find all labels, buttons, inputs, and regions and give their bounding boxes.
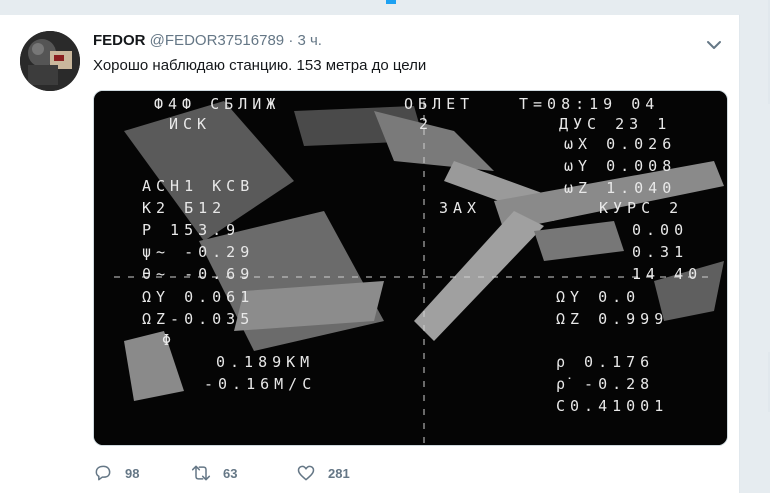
hud-r-omega-z: ΩZ 0.999 — [556, 310, 668, 328]
hud-km: 0.189КМ — [216, 353, 314, 371]
hud-co: С0.41001 — [556, 397, 668, 415]
retweet-button[interactable]: 63 — [191, 463, 237, 483]
tweet-time[interactable]: 3 ч. — [297, 32, 322, 49]
author-handle[interactable]: @FEDOR37516789 — [150, 32, 284, 49]
hud-k2: К2 Б12 — [142, 199, 226, 217]
hud-dus: ДУС 23 1 — [559, 115, 671, 133]
hud-zah: ЗАХ — [439, 199, 481, 217]
chevron-down-icon — [707, 41, 721, 49]
avatar[interactable] — [20, 31, 80, 91]
header-separator: · — [288, 32, 294, 49]
reply-button[interactable]: 98 — [93, 463, 139, 483]
tweet-card[interactable]: FEDOR @FEDOR37516789 · 3 ч. Хорошо наблю… — [0, 14, 740, 493]
hud-top-mid: ОБЛЕТ — [404, 95, 474, 113]
hud-phi: Φ — [162, 331, 176, 349]
retweet-icon — [191, 465, 211, 481]
like-icon — [297, 465, 315, 481]
hud-wx: ωX 0.026 — [564, 135, 676, 153]
hud-top-left: Ф4Ф СБЛИЖ — [154, 95, 280, 113]
hud-rho: ρ 0.176 — [556, 353, 654, 371]
hud-psi: ψ~ -0.29 — [142, 243, 254, 261]
hud-ash: АСН1 КСВ — [142, 177, 254, 195]
hud-theta: θ~ -0.69 — [142, 265, 254, 283]
hud-ms: -0.16М/С — [204, 375, 316, 393]
hud-wz: ωZ 1.040 — [564, 179, 676, 197]
active-tab-indicator — [386, 0, 396, 4]
hud-r031: 0.31 — [632, 243, 688, 261]
hud-r-omega-y: ΩY 0.0 — [556, 288, 640, 306]
hud-omega-z: ΩZ-0.035 — [142, 310, 254, 328]
author-name[interactable]: FEDOR — [93, 32, 146, 49]
like-button[interactable]: 281 — [296, 463, 350, 483]
tweet-text: Хорошо наблюдаю станцию. 153 метра до це… — [93, 57, 427, 74]
tweet-header: FEDOR @FEDOR37516789 · 3 ч. — [93, 31, 322, 51]
retweet-count: 63 — [223, 465, 238, 481]
hud-r040: 14 40 — [632, 265, 702, 283]
avatar-image — [20, 31, 80, 91]
hud-top-right: Т=08:19 04 — [519, 95, 659, 113]
hud-omega-y: ΩY 0.061 — [142, 288, 254, 306]
tweet-media[interactable]: Ф4Ф СБЛИЖ ОБЛЕТ Т=08:19 04 ИСК 2 ДУС 23 … — [93, 90, 728, 446]
hud-kurs: КУРС 2 — [599, 199, 683, 217]
hud-row2-mid: 2 — [419, 115, 433, 133]
like-count: 281 — [328, 465, 350, 481]
hud-r000: 0.00 — [632, 221, 688, 239]
tweet-menu-button[interactable] — [702, 33, 726, 57]
hud-p: Р 153.9 — [142, 221, 240, 239]
station-camera-image: Ф4Ф СБЛИЖ ОБЛЕТ Т=08:19 04 ИСК 2 ДУС 23 … — [94, 91, 727, 445]
reply-icon — [95, 465, 111, 481]
hud-rhodot: ρ̇ -0.28 — [556, 375, 654, 393]
reply-count: 98 — [125, 465, 140, 481]
hud-wy: ωY 0.008 — [564, 157, 676, 175]
hud-isk: ИСК — [169, 115, 211, 133]
